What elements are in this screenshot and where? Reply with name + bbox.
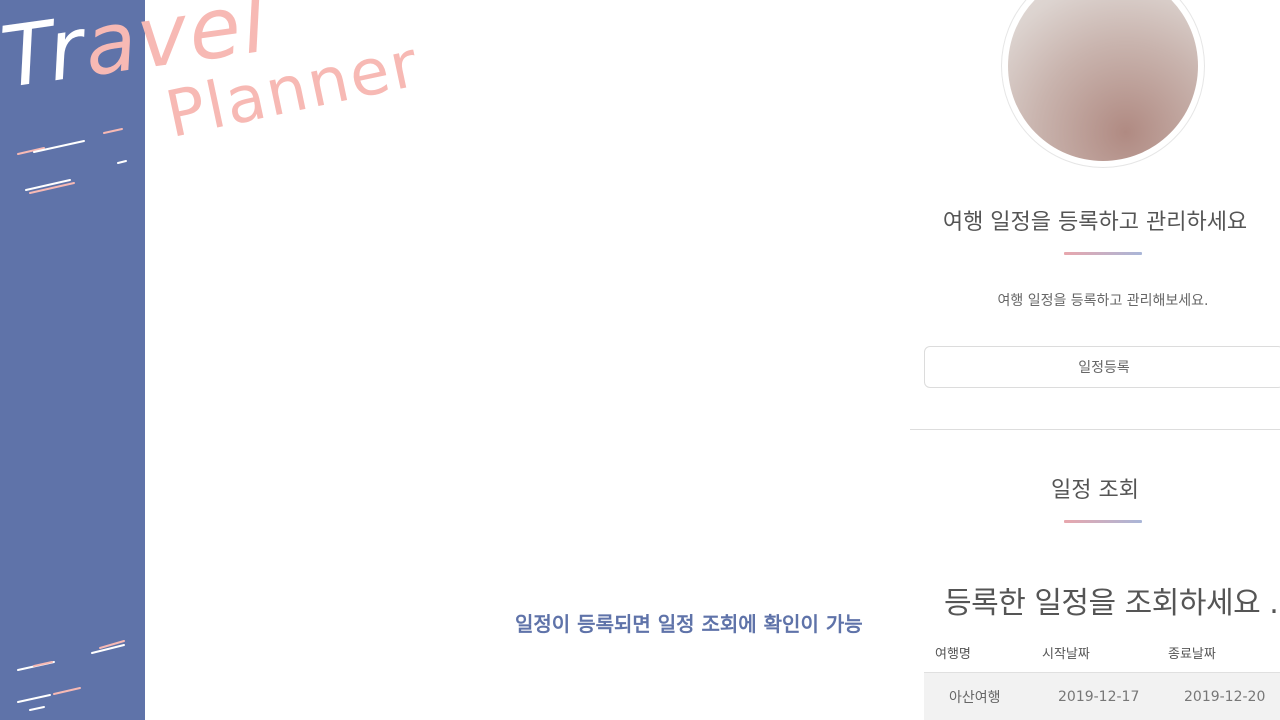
lookup-title: 일정 조회 xyxy=(1051,478,1139,503)
section-divider xyxy=(910,429,1280,430)
lookup-heading: 등록한 일정을 조회하세요 . xyxy=(944,586,1279,621)
register-title: 여행 일정을 등록하고 관리하세요 xyxy=(942,210,1248,235)
table-header: 여행명 시작날짜 종료날짜 xyxy=(924,632,1280,673)
register-subtitle: 여행 일정을 등록하고 관리해보세요. xyxy=(997,293,1209,309)
app-panel: 여행 일정을 등록하고 관리하세요 여행 일정을 등록하고 관리해보세요. 일정… xyxy=(910,0,1280,720)
register-title-underline xyxy=(1064,252,1142,255)
slide-caption: 일정이 등록되면 일정 조회에 확인이 가능 xyxy=(515,612,863,636)
column-header-end: 종료날짜 xyxy=(1168,646,1216,662)
profile-avatar xyxy=(1001,0,1205,168)
logo-travel-white: Tr xyxy=(0,0,92,107)
register-schedule-button[interactable]: 일정등록 xyxy=(924,346,1280,388)
cell-start-date: 2019-12-17 xyxy=(1058,689,1140,705)
schedule-table: 여행명 시작날짜 종료날짜 아산여행 2019-12-17 2019-12-20 xyxy=(924,632,1280,720)
column-header-start: 시작날짜 xyxy=(1042,646,1090,662)
avatar-image xyxy=(1008,0,1198,161)
column-header-name: 여행명 xyxy=(935,646,971,662)
lookup-title-underline xyxy=(1064,520,1142,523)
cell-end-date: 2019-12-20 xyxy=(1184,689,1266,705)
decorative-dashes xyxy=(17,128,127,711)
table-row[interactable]: 아산여행 2019-12-17 2019-12-20 xyxy=(924,673,1280,720)
cell-trip-name: 아산여행 xyxy=(949,690,1001,706)
